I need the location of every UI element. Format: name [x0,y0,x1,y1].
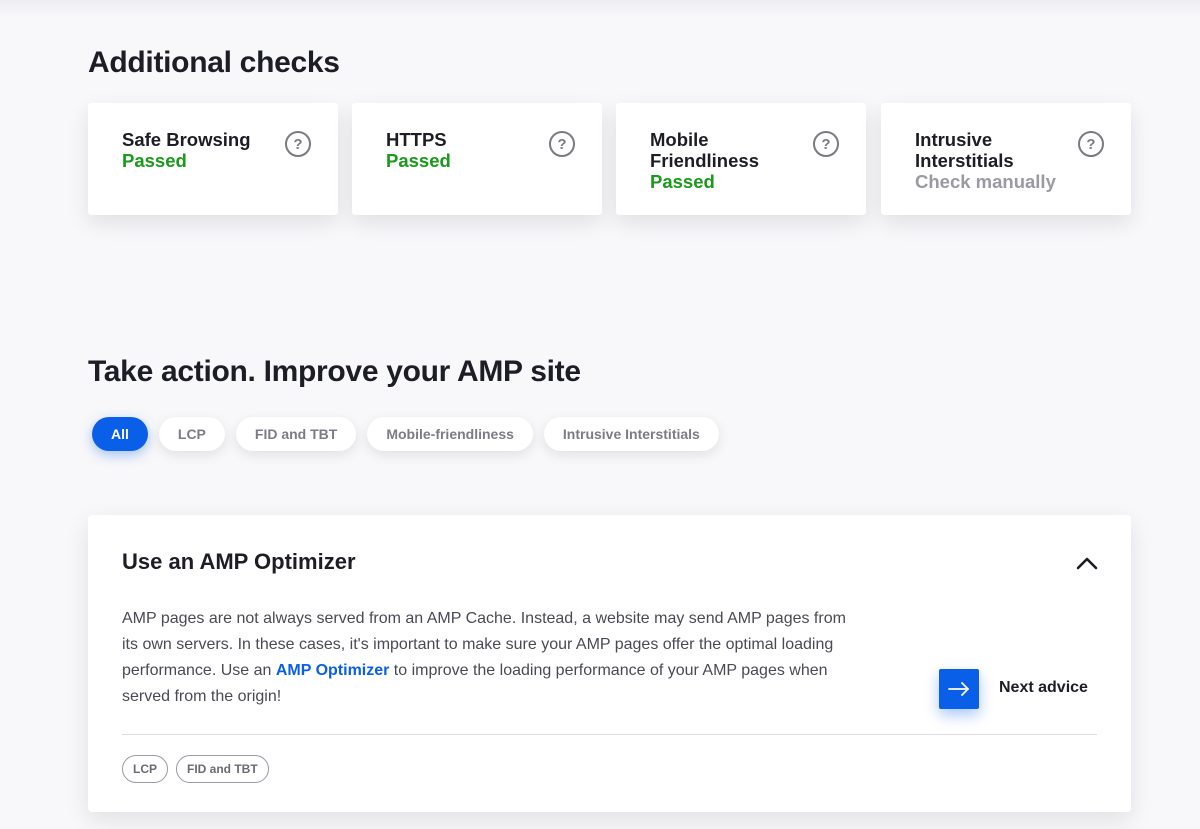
top-edge-shadow [0,0,1200,18]
check-name: Safe Browsing [122,129,251,150]
filter-chip-all[interactable]: All [92,417,148,451]
arrow-right-icon [948,682,969,696]
advice-card: Use an AMP Optimizer AMP pages are not a… [88,515,1131,812]
question-circle-icon[interactable]: ? [285,131,311,157]
question-circle-icon[interactable]: ? [813,131,839,157]
advice-tags: LCP FID and TBT [122,755,269,783]
check-status: Check manually [915,171,1056,192]
filter-chip-fid-tbt[interactable]: FID and TBT [235,417,357,451]
additional-checks-title: Additional checks [88,46,340,79]
check-card-mobile-friendliness: Mobile Friendliness Passed ? [616,103,866,215]
amp-optimizer-link[interactable]: AMP Optimizer [276,662,390,679]
tag-lcp: LCP [122,755,168,783]
next-advice-label[interactable]: Next advice [999,679,1088,697]
advice-title[interactable]: Use an AMP Optimizer [122,549,356,575]
check-card-safe-browsing: Safe Browsing Passed ? [88,103,338,215]
filter-chip-mobile-friendliness[interactable]: Mobile-friendliness [367,417,533,451]
divider [122,734,1097,735]
check-status: Passed [650,171,715,192]
check-name: Intrusive Interstitials [915,129,1014,171]
check-name: HTTPS [386,129,447,150]
filter-chip-intrusive-interstitials[interactable]: Intrusive Interstitials [543,417,719,451]
check-name: Mobile Friendliness [650,129,759,171]
filter-chip-lcp[interactable]: LCP [158,417,225,451]
check-card-https: HTTPS Passed ? [352,103,602,215]
tag-fid-tbt: FID and TBT [176,755,269,783]
take-action-title: Take action. Improve your AMP site [88,355,581,388]
question-circle-icon[interactable]: ? [549,131,575,157]
advice-body: AMP pages are not always served from an … [122,606,852,710]
next-advice-button[interactable] [939,669,979,709]
check-card-intrusive-interstitials: Intrusive Interstitials Check manually ? [881,103,1131,215]
filter-chips: All LCP FID and TBT Mobile-friendliness … [92,417,719,451]
question-circle-icon[interactable]: ? [1078,131,1104,157]
chevron-up-icon[interactable] [1075,555,1099,571]
